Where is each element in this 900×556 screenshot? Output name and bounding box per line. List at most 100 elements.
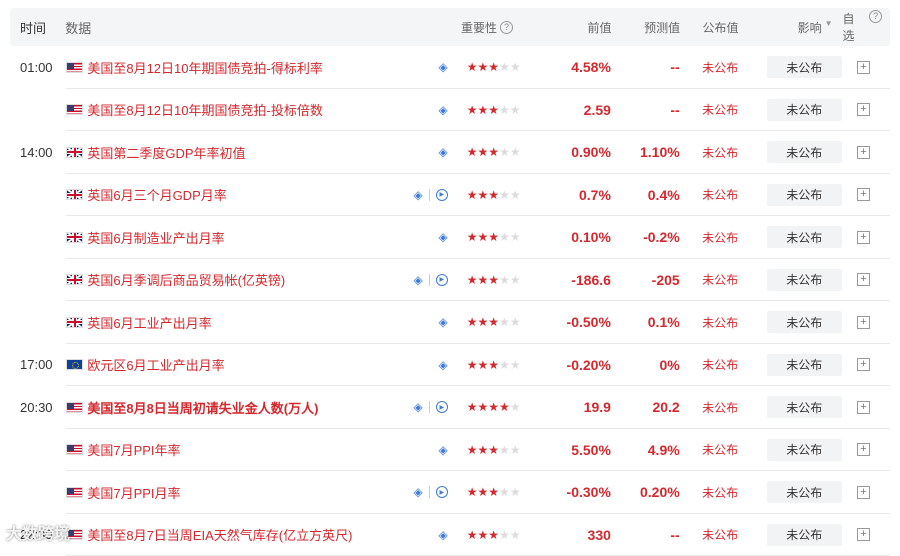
event-name[interactable]: 美国7月PPI年率 xyxy=(87,440,180,459)
header-watchlist[interactable]: 自选? xyxy=(843,10,891,44)
event-name[interactable]: 美国至8月12日10年期国债竞拍-得标利率 xyxy=(87,58,322,77)
impact-button[interactable]: 未公布 xyxy=(767,184,842,206)
help-icon[interactable]: ? xyxy=(500,21,513,34)
star-rating-icon: ★★★★★ xyxy=(467,443,521,457)
table-row[interactable]: 美国至8月12日10年期国债竞拍-投标倍数◈★★★★★2.59--未公布未公布+ xyxy=(10,89,890,132)
published-value: 未公布 xyxy=(680,59,738,76)
layers-icon[interactable]: ◈ xyxy=(439,60,448,74)
event-name[interactable]: 英国第二季度GDP年率初值 xyxy=(87,143,245,162)
impact-button[interactable]: 未公布 xyxy=(767,141,842,163)
event-name[interactable]: 英国6月制造业产出月率 xyxy=(87,228,224,247)
row-event[interactable]: 英国6月三个月GDP月率 xyxy=(63,185,397,204)
add-watchlist-icon[interactable]: + xyxy=(857,443,870,456)
row-tools: ◈ xyxy=(398,60,460,74)
star-rating-icon: ★★★★★ xyxy=(467,528,521,542)
header-forecast: 预测值 xyxy=(611,19,680,36)
layers-icon[interactable]: ◈ xyxy=(439,145,448,159)
table-row[interactable]: 美国7月PPI年率◈★★★★★5.50%4.9%未公布未公布+ xyxy=(10,429,890,472)
add-watchlist-icon[interactable]: + xyxy=(857,486,870,499)
play-icon[interactable]: ▶ xyxy=(436,486,448,498)
table-row[interactable]: 英国6月制造业产出月率◈★★★★★0.10%-0.2%未公布未公布+ xyxy=(10,216,890,259)
layers-icon[interactable]: ◈ xyxy=(414,485,423,499)
row-event[interactable]: 英国6月季调后商品贸易帐(亿英镑) xyxy=(63,270,397,289)
layers-icon[interactable]: ◈ xyxy=(439,230,448,244)
event-name[interactable]: 美国至8月8日当周初请失业金人数(万人) xyxy=(87,398,318,417)
layers-icon[interactable]: ◈ xyxy=(414,400,423,414)
event-name[interactable]: 英国6月季调后商品贸易帐(亿英镑) xyxy=(87,270,285,289)
event-name[interactable]: 美国7月PPI月率 xyxy=(87,483,180,502)
add-watchlist-icon[interactable]: + xyxy=(857,61,870,74)
layers-icon[interactable]: ◈ xyxy=(414,188,423,202)
row-event[interactable]: 英国第二季度GDP年率初值 xyxy=(63,143,397,162)
layers-icon[interactable]: ◈ xyxy=(439,443,448,457)
row-event[interactable]: 英国6月制造业产出月率 xyxy=(63,228,397,247)
table-row[interactable]: 美国7月PPI月率◈▶★★★★★-0.30%0.20%未公布未公布+ xyxy=(10,471,890,514)
row-event[interactable]: 美国至8月12日10年期国债竞拍-得标利率 xyxy=(63,58,397,77)
play-icon[interactable]: ▶ xyxy=(436,189,448,201)
add-watchlist-icon[interactable]: + xyxy=(857,401,870,414)
event-name[interactable]: 美国至8月12日10年期国债竞拍-投标倍数 xyxy=(87,100,322,119)
impact-button[interactable]: 未公布 xyxy=(767,524,842,546)
impact-button[interactable]: 未公布 xyxy=(767,311,842,333)
add-watchlist-icon[interactable]: + xyxy=(857,273,870,286)
table-row[interactable]: 22:30美国至8月7日当周EIA天然气库存(亿立方英尺)◈★★★★★330--… xyxy=(10,514,890,556)
table-row[interactable]: 14:00英国第二季度GDP年率初值◈★★★★★0.90%1.10%未公布未公布… xyxy=(10,131,890,174)
row-event[interactable]: 美国至8月8日当周初请失业金人数(万人) xyxy=(63,398,397,417)
header-impact[interactable]: 影响▼ xyxy=(738,19,842,36)
uk-flag-icon xyxy=(66,317,83,328)
previous-value: -0.50% xyxy=(545,314,611,330)
add-watchlist-icon[interactable]: + xyxy=(857,358,870,371)
eu-flag-icon xyxy=(66,359,83,370)
play-icon[interactable]: ▶ xyxy=(436,274,448,286)
layers-icon[interactable]: ◈ xyxy=(439,315,448,329)
event-name[interactable]: 英国6月工业产出月率 xyxy=(87,313,211,332)
impact-button[interactable]: 未公布 xyxy=(767,354,842,376)
economic-calendar-table: 时间 数据 重要性? 前值 预测值 公布值 影响▼ 自选? 01:00美国至8月… xyxy=(10,8,890,556)
event-name[interactable]: 英国6月三个月GDP月率 xyxy=(87,185,226,204)
row-event[interactable]: 欧元区6月工业产出月率 xyxy=(63,355,397,374)
row-event[interactable]: 美国7月PPI年率 xyxy=(63,440,397,459)
table-row[interactable]: 英国6月三个月GDP月率◈▶★★★★★0.7%0.4%未公布未公布+ xyxy=(10,174,890,217)
row-event[interactable]: 美国7月PPI月率 xyxy=(63,483,397,502)
add-watchlist-icon[interactable]: + xyxy=(857,316,870,329)
add-watchlist-icon[interactable]: + xyxy=(857,231,870,244)
table-row[interactable]: 17:00欧元区6月工业产出月率◈★★★★★-0.20%0%未公布未公布+ xyxy=(10,344,890,387)
star-rating-icon: ★★★★★ xyxy=(467,485,521,499)
impact-button[interactable]: 未公布 xyxy=(767,396,842,418)
row-event[interactable]: 美国至8月12日10年期国债竞拍-投标倍数 xyxy=(63,100,397,119)
impact-button[interactable]: 未公布 xyxy=(767,481,842,503)
event-name[interactable]: 欧元区6月工业产出月率 xyxy=(87,355,224,374)
impact-button[interactable]: 未公布 xyxy=(767,99,842,121)
table-row[interactable]: 英国6月季调后商品贸易帐(亿英镑)◈▶★★★★★-186.6-205未公布未公布… xyxy=(10,259,890,302)
table-row[interactable]: 01:00美国至8月12日10年期国债竞拍-得标利率◈★★★★★4.58%--未… xyxy=(10,46,890,89)
event-name[interactable]: 美国至8月7日当周EIA天然气库存(亿立方英尺) xyxy=(87,525,352,544)
impact-button[interactable]: 未公布 xyxy=(767,439,842,461)
help-icon[interactable]: ? xyxy=(869,10,882,23)
star-rating-icon: ★★★★★ xyxy=(467,400,521,414)
add-watchlist-icon[interactable]: + xyxy=(857,146,870,159)
impact-button[interactable]: 未公布 xyxy=(767,226,842,248)
uk-flag-icon xyxy=(66,147,83,158)
importance-stars: ★★★★★ xyxy=(460,443,545,457)
play-icon[interactable]: ▶ xyxy=(436,401,448,413)
add-watchlist-icon[interactable]: + xyxy=(857,528,870,541)
row-tools: ◈▶ xyxy=(398,273,460,287)
table-row[interactable]: 20:30美国至8月8日当周初请失业金人数(万人)◈▶★★★★★19.920.2… xyxy=(10,386,890,429)
impact-button[interactable]: 未公布 xyxy=(767,269,842,291)
layers-icon[interactable]: ◈ xyxy=(439,358,448,372)
table-row[interactable]: 英国6月工业产出月率◈★★★★★-0.50%0.1%未公布未公布+ xyxy=(10,301,890,344)
forecast-value: -0.2% xyxy=(611,229,680,245)
add-watchlist-icon[interactable]: + xyxy=(857,103,870,116)
add-watchlist-icon[interactable]: + xyxy=(857,188,870,201)
star-rating-icon: ★★★★★ xyxy=(467,60,521,74)
previous-value: 0.90% xyxy=(545,144,611,160)
layers-icon[interactable]: ◈ xyxy=(439,103,448,117)
row-event[interactable]: 英国6月工业产出月率 xyxy=(63,313,397,332)
forecast-value: 0.20% xyxy=(611,484,680,500)
row-event[interactable]: 美国至8月7日当周EIA天然气库存(亿立方英尺) xyxy=(63,525,397,544)
header-importance[interactable]: 重要性? xyxy=(461,19,546,36)
layers-icon[interactable]: ◈ xyxy=(414,273,423,287)
us-flag-icon xyxy=(66,487,83,498)
layers-icon[interactable]: ◈ xyxy=(439,528,448,542)
impact-button[interactable]: 未公布 xyxy=(767,56,842,78)
